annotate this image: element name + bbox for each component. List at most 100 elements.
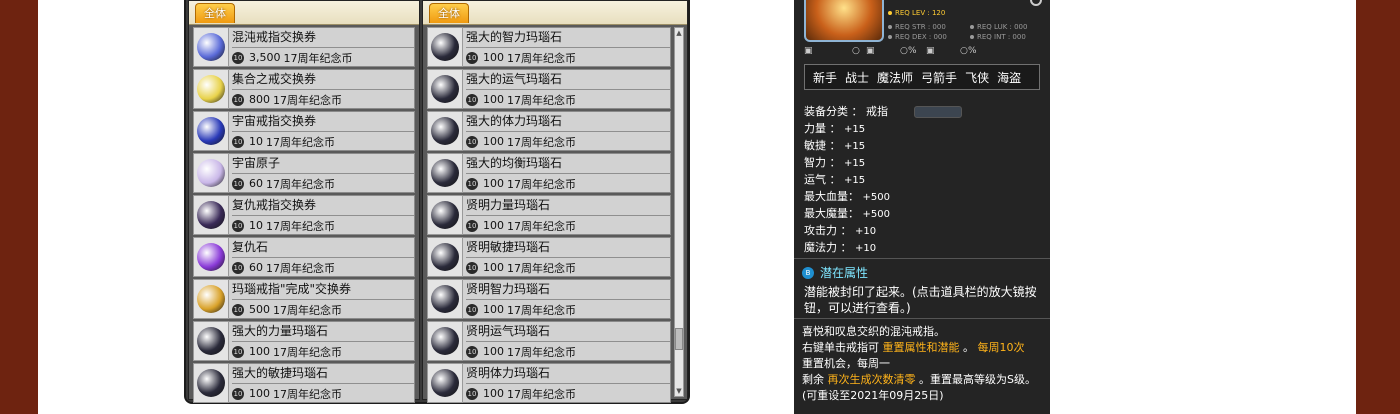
divider: [232, 299, 414, 300]
item-price: 100: [483, 51, 504, 64]
coin-icon: 10: [466, 345, 478, 358]
item-icon-cell: [427, 27, 463, 67]
stat-line: 力量 ： +15: [804, 122, 866, 135]
item-info: 贤明敏捷玛瑙石 10 100 17周年纪念币: [463, 237, 671, 277]
item-price: 100: [249, 345, 270, 358]
desc-line-4: 剩余 再次生成次数清零 。重置最高等级为S级。: [802, 373, 1036, 386]
coin-icon: 10: [232, 387, 244, 400]
shop-item[interactable]: 强大的敏捷玛瑙石 10 100 17周年纪念币: [193, 363, 415, 403]
req-luk: REQ LUK : 000: [970, 23, 1027, 31]
item-price: 100: [483, 303, 504, 316]
price-row: 10 100 17周年纪念币: [466, 175, 670, 192]
coin-icon: 10: [466, 135, 478, 148]
shop-item[interactable]: 强大的体力玛瑙石 10 100 17周年纪念币: [427, 111, 671, 151]
item-info: 复仇石 10 60 17周年纪念币: [229, 237, 415, 277]
shop-item[interactable]: 宇宙戒指交换券 10 10 17周年纪念币: [193, 111, 415, 151]
scroll-up-icon[interactable]: ▲: [675, 28, 683, 38]
scroll-down-icon[interactable]: ▼: [675, 386, 683, 396]
item-price: 800: [249, 93, 270, 106]
item-name: 强大的力量玛瑙石: [232, 324, 329, 338]
separator: [794, 258, 1050, 259]
item-info: 强大的运气玛瑙石 10 100 17周年纪念币: [463, 69, 671, 109]
item-icon-cell: [427, 321, 463, 361]
price-row: 10 800 17周年纪念币: [232, 91, 414, 108]
desc-line-3: 重置机会，每周一: [802, 357, 890, 370]
coin-icon: 10: [466, 261, 478, 274]
item-icon-cell: [427, 237, 463, 277]
close-circle-icon: [1030, 0, 1042, 6]
divider: [232, 341, 414, 342]
stat-line: 魔法力 ： +10: [804, 241, 877, 254]
shop-item[interactable]: 贤明体力玛瑙石 10 100 17周年纪念币: [427, 363, 671, 403]
shop-item[interactable]: 混沌戒指交换券 10 3,500 17周年纪念币: [193, 27, 415, 67]
item-currency: 17周年纪念币: [283, 51, 353, 65]
shop-item[interactable]: 贤明敏捷玛瑙石 10 100 17周年纪念币: [427, 237, 671, 277]
item-currency: 17周年纪念币: [273, 93, 342, 107]
price-row: 10 10 17周年纪念币: [232, 217, 414, 234]
tab-all-right[interactable]: 全体: [429, 3, 469, 23]
shop-item[interactable]: 强大的力量玛瑙石 10 100 17周年纪念币: [193, 321, 415, 361]
agate-stone-icon: [431, 117, 459, 145]
price-row: 10 100 17周年纪念币: [466, 49, 670, 66]
coin-icon: 10: [232, 135, 244, 148]
tab-all-left[interactable]: 全体: [195, 3, 235, 23]
item-name: 贤明敏捷玛瑙石: [466, 240, 551, 254]
shop-item[interactable]: 集合之戒交换券 10 800 17周年纪念币: [193, 69, 415, 109]
coin-icon: 10: [466, 303, 478, 316]
atom-icon: [197, 159, 225, 187]
item-icon-cell: [427, 363, 463, 403]
level-icon: ▣: [804, 46, 813, 56]
shop-item[interactable]: 强大的均衡玛瑙石 10 100 17周年纪念币: [427, 153, 671, 193]
agate-stone-icon: [431, 327, 459, 355]
item-name: 复仇石: [232, 240, 269, 254]
divider: [232, 383, 414, 384]
job-label: 飞侠: [965, 70, 990, 85]
stat-icon-row: ▣ ○ ▣ ○ % ▣ ○ %: [804, 46, 1034, 58]
item-currency: 17周年纪念币: [507, 261, 576, 275]
price-row: 10 100 17周年纪念币: [466, 385, 670, 402]
ring-voucher-icon: [197, 117, 225, 145]
price-row: 10 100 17周年纪念币: [466, 343, 670, 360]
item-currency: 17周年纪念币: [273, 345, 342, 359]
price-row: 10 100 17周年纪念币: [232, 343, 414, 360]
item-info: 强大的体力玛瑙石 10 100 17周年纪念币: [463, 111, 671, 151]
shop-item[interactable]: 强大的运气玛瑙石 10 100 17周年纪念币: [427, 69, 671, 109]
coin-icon: 10: [232, 261, 244, 274]
item-name: 玛瑙戒指"完成"交换券: [232, 282, 352, 296]
item-currency: 17周年纪念币: [507, 345, 576, 359]
agate-stone-icon: [431, 285, 459, 313]
shop-item[interactable]: 贤明运气玛瑙石 10 100 17周年纪念币: [427, 321, 671, 361]
shop-item[interactable]: 强大的智力玛瑙石 10 100 17周年纪念币: [427, 27, 671, 67]
item-info: 宇宙原子 10 60 17周年纪念币: [229, 153, 415, 193]
item-currency: 17周年纪念币: [273, 303, 342, 317]
price-row: 10 3,500 17周年纪念币: [232, 49, 414, 66]
shop-item[interactable]: 贤明力量玛瑙石 10 100 17周年纪念币: [427, 195, 671, 235]
shop-item[interactable]: 复仇戒指交换券 10 10 17周年纪念币: [193, 195, 415, 235]
shop-item[interactable]: 贤明智力玛瑙石 10 100 17周年纪念币: [427, 279, 671, 319]
item-list-right: 强大的智力玛瑙石 10 100 17周年纪念币 强大的运气玛瑙石 10 100 17周年纪念币…: [427, 27, 671, 405]
scroll-thumb[interactable]: [675, 328, 683, 350]
item-price: 100: [483, 93, 504, 106]
item-name: 复仇戒指交换券: [232, 198, 317, 212]
shop-item[interactable]: 宇宙原子 10 60 17周年纪念币: [193, 153, 415, 193]
ring-item-icon: [804, 0, 884, 42]
coin-shop-window: 全体 混沌戒指交换券 10 3,500 17周年纪念币 集合之戒交换券 10 800 17周年…: [184, 0, 690, 404]
scrollbar[interactable]: ▲ ▼: [674, 27, 684, 397]
item-icon-cell: [193, 153, 229, 193]
shop-panel-left: 全体 混沌戒指交换券 10 3,500 17周年纪念币 集合之戒交换券 10 800 17周年…: [188, 0, 420, 403]
desc-line-1: 喜悦和叹息交织的混沌戒指。: [802, 325, 945, 338]
item-info: 玛瑙戒指"完成"交换券 10 500 17周年纪念币: [229, 279, 415, 319]
divider: [232, 47, 414, 48]
item-currency: 17周年纪念币: [507, 51, 576, 65]
price-row: 10 60 17周年纪念币: [232, 259, 414, 276]
stat-line: 装备分类 ： 戒指: [804, 105, 888, 118]
item-name: 贤明力量玛瑙石: [466, 198, 551, 212]
dot-icon: ○: [900, 46, 908, 56]
shop-item[interactable]: 复仇石 10 60 17周年纪念币: [193, 237, 415, 277]
agate-stone-icon: [431, 201, 459, 229]
req-dex: REQ DEX : 000: [888, 33, 947, 41]
desc-line-2: 右键单击戒指可 重置属性和潜能 。 每周10次: [802, 341, 1025, 354]
item-name: 宇宙戒指交换券: [232, 114, 317, 128]
job-list: 新手 战士 魔法师 弓箭手 飞侠 海盗: [804, 64, 1040, 90]
shop-item[interactable]: 玛瑙戒指"完成"交换券 10 500 17周年纪念币: [193, 279, 415, 319]
